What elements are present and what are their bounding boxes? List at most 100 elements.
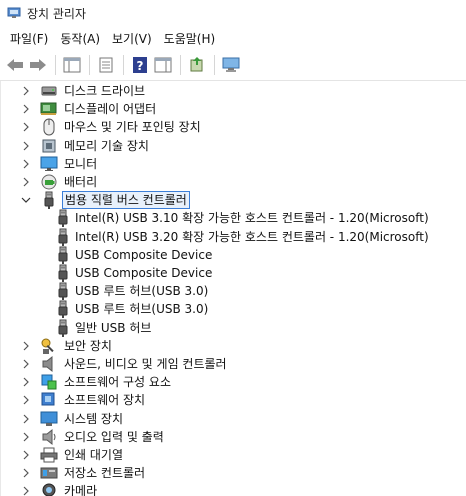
expand-chevron-icon[interactable] (20, 410, 32, 428)
battery-icon (40, 173, 58, 191)
tree-child-item[interactable]: USB 루트 허브(USB 3.0) (57, 300, 210, 319)
security-key-icon (40, 337, 58, 355)
update-driver-icon (188, 56, 206, 74)
menu-bar: 파일(F) 동작(A) 보기(V) 도움말(H) (0, 26, 466, 50)
menu-view[interactable]: 보기(V) (106, 28, 158, 49)
tree-item-label: 마우스 및 기타 포인팅 장치 (64, 120, 201, 135)
tree-category-item[interactable]: 보안 장치 (20, 337, 114, 355)
svg-text:?: ? (137, 59, 144, 73)
tree-category-item[interactable]: 사운드, 비디오 및 게임 컨트롤러 (20, 355, 229, 373)
usb-icon (57, 319, 69, 337)
scan-hardware-button[interactable] (220, 54, 242, 76)
console-tree-icon (63, 57, 81, 73)
expand-chevron-icon[interactable] (20, 446, 32, 464)
tree-child-item[interactable]: Intel(R) USB 3.20 확장 가능한 호스트 컨트롤러 - 1.20… (57, 228, 431, 246)
toolbar-separator (55, 55, 56, 75)
tree-item-label: 디스플레이 어댑터 (64, 102, 157, 117)
tree-item-label: 모니터 (64, 156, 98, 171)
tree-item-label: 시스템 장치 (64, 411, 124, 426)
expand-chevron-icon[interactable] (20, 482, 32, 496)
tree-item-label: 메모리 기술 장치 (64, 138, 149, 153)
tree-child-item[interactable]: USB Composite Device (57, 246, 214, 264)
properties-button[interactable] (95, 54, 117, 76)
tree-category-item[interactable]: 인쇄 대기열 (20, 446, 125, 464)
action-pane-button[interactable] (152, 54, 174, 76)
expand-chevron-icon[interactable] (20, 373, 32, 391)
tree-category-item[interactable]: 소프트웨어 구성 요소 (20, 373, 173, 391)
arrow-left-icon (6, 58, 24, 72)
software-component-icon (40, 373, 58, 391)
tree-item-label: 카메라 (64, 484, 98, 496)
menu-file[interactable]: 파일(F) (4, 28, 54, 49)
usb-icon (40, 191, 58, 210)
software-device-icon (40, 391, 58, 409)
tree-category-item[interactable]: 디스크 드라이브 (20, 82, 147, 100)
tree-category-item[interactable]: 모니터 (20, 155, 99, 173)
usb-icon (57, 246, 69, 264)
forward-button[interactable] (27, 54, 49, 76)
tree-category-item[interactable]: 저장소 컨트롤러 (20, 464, 147, 482)
display-adapter-icon (40, 100, 58, 118)
help-icon: ? (132, 56, 148, 74)
tree-item-label: Intel(R) USB 3.10 확장 가능한 호스트 컨트롤러 - 1.20… (75, 211, 429, 226)
tree-item-label: USB Composite Device (75, 266, 213, 280)
tree-child-item[interactable]: 일반 USB 허브 (57, 319, 153, 337)
tree-category-item[interactable]: 배터리 (20, 173, 99, 191)
tree-category-item[interactable]: 소프트웨어 장치 (20, 391, 147, 409)
monitor-scan-icon (222, 57, 240, 73)
tree-category-item[interactable]: 카메라 (20, 482, 99, 496)
arrow-right-icon (29, 58, 47, 72)
expand-chevron-icon[interactable] (20, 100, 32, 118)
toolbar-separator (180, 55, 181, 75)
back-button[interactable] (4, 54, 26, 76)
tree-item-label: 범용 직렬 버스 컨트롤러 (62, 191, 190, 210)
expand-chevron-icon[interactable] (20, 137, 32, 155)
camera-icon (40, 482, 58, 496)
tree-category-item[interactable]: 마우스 및 기타 포인팅 장치 (20, 118, 203, 136)
expand-chevron-icon[interactable] (20, 82, 32, 100)
tree-item-label: 사운드, 비디오 및 게임 컨트롤러 (64, 357, 227, 371)
tree-category-item[interactable]: 오디오 입력 및 출력 (20, 428, 166, 446)
menu-help[interactable]: 도움말(H) (158, 28, 222, 49)
help-button[interactable]: ? (129, 54, 151, 76)
show-hide-console-tree-button[interactable] (61, 54, 83, 76)
update-driver-button[interactable] (186, 54, 208, 76)
usb-icon (57, 264, 69, 282)
tree-item-label: USB 루트 허브(USB 3.0) (75, 284, 209, 299)
tree-category-item[interactable]: 메모리 기술 장치 (20, 137, 151, 155)
device-tree[interactable]: 디스크 드라이브디스플레이 어댑터마우스 및 기타 포인팅 장치메모리 기술 장… (0, 81, 466, 496)
window-title: 장치 관리자 (27, 6, 87, 21)
tree-category-item[interactable]: 디스플레이 어댑터 (20, 100, 158, 118)
tree-child-item[interactable]: USB 루트 허브(USB 3.0) (57, 282, 210, 301)
storage-controller-icon (40, 464, 58, 482)
tree-child-item[interactable]: USB Composite Device (57, 264, 214, 282)
toolbar: ? (0, 50, 466, 81)
device-manager-window: 장치 관리자 파일(F) 동작(A) 보기(V) 도움말(H) ? 디스크 드라… (0, 0, 466, 496)
toolbar-separator (123, 55, 124, 75)
disk-icon (40, 82, 58, 100)
expand-chevron-icon[interactable] (20, 173, 32, 191)
tree-item-label: 일반 USB 허브 (75, 320, 152, 335)
tree-item-label: USB Composite Device (75, 247, 213, 262)
expand-chevron-icon[interactable] (20, 355, 32, 373)
collapse-chevron-icon[interactable] (20, 191, 32, 209)
usb-icon (57, 300, 69, 319)
expand-chevron-icon[interactable] (20, 464, 32, 482)
memory-icon (40, 137, 58, 155)
mouse-icon (40, 118, 58, 136)
menu-action[interactable]: 동작(A) (54, 28, 106, 49)
tree-item-label: 오디오 입력 및 출력 (64, 429, 164, 444)
usb-icon (57, 282, 69, 301)
speaker-icon (40, 355, 58, 373)
expand-chevron-icon[interactable] (20, 118, 32, 136)
expand-chevron-icon[interactable] (20, 428, 32, 446)
tree-category-item[interactable]: 범용 직렬 버스 컨트롤러 (20, 191, 190, 210)
tree-item-label: 디스크 드라이브 (64, 84, 146, 98)
tree-child-item[interactable]: Intel(R) USB 3.10 확장 가능한 호스트 컨트롤러 - 1.20… (57, 209, 431, 228)
system-device-icon (40, 410, 58, 428)
printer-icon (40, 446, 58, 464)
tree-category-item[interactable]: 시스템 장치 (20, 410, 125, 428)
expand-chevron-icon[interactable] (20, 391, 32, 409)
expand-chevron-icon[interactable] (20, 337, 32, 355)
expand-chevron-icon[interactable] (20, 155, 32, 173)
